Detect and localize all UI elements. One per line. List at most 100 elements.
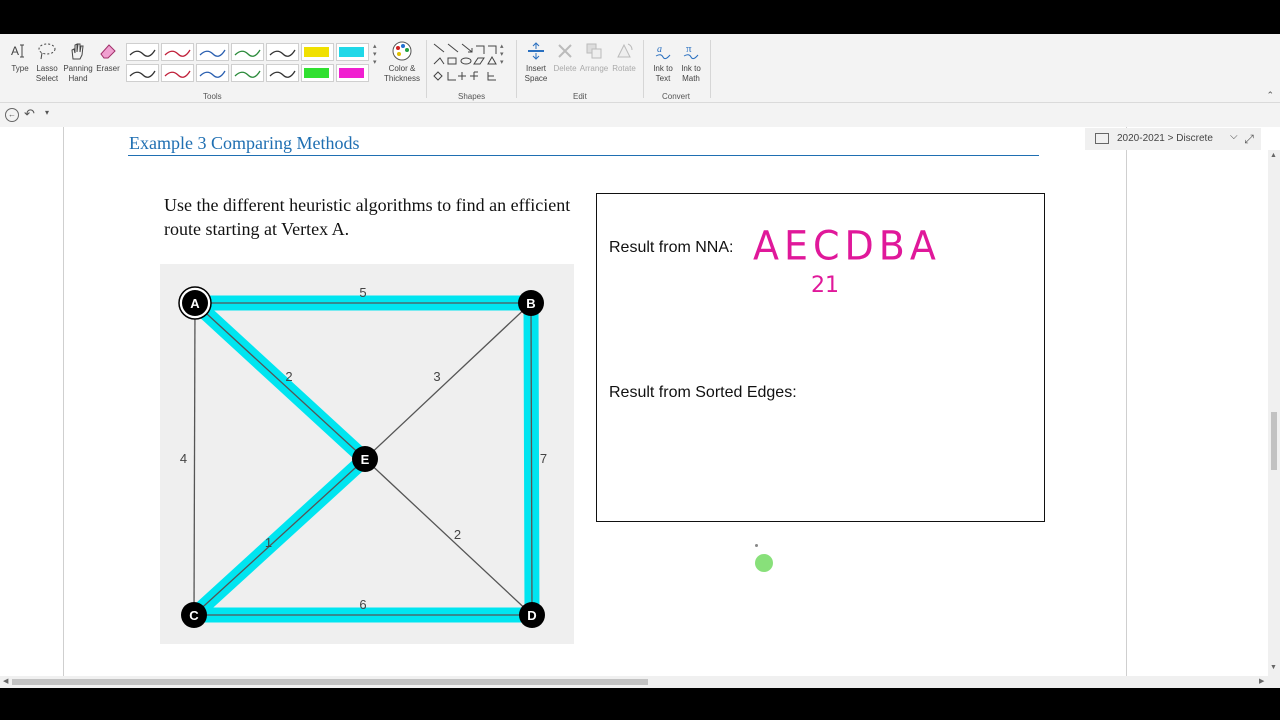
- edge-AE: [194, 302, 366, 460]
- arrange-label: Arrange: [579, 64, 609, 73]
- vertical-scrollbar[interactable]: ▲ ▼: [1268, 150, 1280, 676]
- delete-x-icon: [554, 40, 576, 62]
- edge-ED: [364, 458, 533, 616]
- pen-tip-dot: [755, 544, 758, 547]
- edit-group-label: Edit: [573, 92, 587, 101]
- pen-swatch[interactable]: [266, 64, 299, 82]
- vertex-B: B: [518, 290, 544, 316]
- page-margin-line: [1126, 127, 1127, 676]
- edge-AC: [193, 302, 196, 616]
- notebook-selector[interactable]: 2020-2021 > Discrete ⌵: [1085, 128, 1261, 150]
- color-thickness-label: Color & Thickness: [383, 64, 420, 83]
- edge-weight-BE: 3: [433, 369, 440, 384]
- type-label: Type: [11, 64, 29, 73]
- panning-hand-label: Panning Hand: [63, 64, 93, 83]
- edge-weight-CE: 1: [265, 535, 272, 550]
- notebook-icon: [1095, 133, 1109, 144]
- pen-swatch[interactable]: [336, 43, 369, 61]
- page-margin-line: [63, 127, 64, 676]
- ink-to-text-button[interactable]: a Ink to Text: [649, 40, 677, 84]
- svg-text:C: C: [189, 608, 199, 623]
- vertex-A: A: [178, 286, 212, 320]
- svg-text:π: π: [686, 43, 692, 55]
- delete-label: Delete: [553, 64, 577, 73]
- ink-to-math-icon: π: [680, 40, 702, 62]
- pen-swatch[interactable]: [301, 43, 334, 61]
- pen-swatch[interactable]: [196, 64, 229, 82]
- handwritten-route[interactable]: AECDBA: [753, 223, 941, 269]
- insert-space-icon: [525, 40, 547, 62]
- ribbon-separator: [710, 40, 711, 98]
- rotate-label: Rotate: [612, 64, 636, 73]
- pen-swatch[interactable]: [266, 43, 299, 61]
- panning-hand-tool[interactable]: Panning Hand: [61, 40, 93, 84]
- collapse-ribbon-icon[interactable]: ⌃: [1266, 90, 1274, 101]
- page-title[interactable]: Example 3 Comparing Methods: [129, 133, 359, 154]
- handwritten-total[interactable]: 21: [811, 273, 839, 298]
- shapes-more-icon[interactable]: ▴ ▾ ▾: [500, 42, 508, 84]
- svg-text:D: D: [527, 608, 536, 623]
- pen-cursor: [755, 554, 773, 572]
- result-sorted-edges-label: Result from Sorted Edges:: [609, 384, 797, 401]
- lasso-select-label: Lasso Select: [35, 64, 59, 83]
- window-top-bar: [0, 0, 1280, 34]
- undo-icon[interactable]: ↶: [24, 106, 35, 122]
- svg-text:A: A: [190, 296, 200, 311]
- arrange-button[interactable]: Arrange: [578, 40, 610, 74]
- convert-group-label: Convert: [662, 92, 691, 101]
- eraser-icon: [97, 40, 119, 62]
- vertical-scroll-thumb[interactable]: [1271, 412, 1277, 470]
- quick-access-toolbar: ← ↶ ▾: [0, 103, 1280, 127]
- svg-text:E: E: [361, 452, 370, 467]
- title-underline: [128, 155, 1039, 156]
- ribbon-separator: [426, 40, 427, 98]
- ribbon-separator: [643, 40, 644, 98]
- svg-text:B: B: [526, 296, 535, 311]
- vertex-C: C: [181, 602, 207, 628]
- eraser-tool[interactable]: Eraser: [95, 40, 121, 74]
- scroll-up-icon[interactable]: ▲: [1270, 152, 1277, 159]
- expand-icon[interactable]: ⤢: [1238, 128, 1260, 150]
- svg-text:A: A: [11, 44, 19, 58]
- lasso-icon: [36, 40, 58, 62]
- graph-image[interactable]: 5 4 2 3 7 1 2 6 A B C D E: [160, 264, 574, 644]
- result-nna-label: Result from NNA:: [609, 239, 734, 256]
- lasso-select-tool[interactable]: Lasso Select: [33, 40, 61, 84]
- edge-weight-AB: 5: [359, 285, 366, 300]
- type-icon: A: [9, 40, 31, 62]
- ribbon-separator: [516, 40, 517, 98]
- ink-to-text-label: Ink to Text: [653, 64, 673, 83]
- edge-weight-CD: 6: [359, 597, 366, 612]
- delete-button[interactable]: Delete: [551, 40, 579, 74]
- tools-group-label: Tools: [203, 92, 222, 101]
- pen-swatch[interactable]: [126, 43, 159, 61]
- edge-BE: [364, 302, 532, 460]
- ink-to-math-button[interactable]: π Ink to Math: [677, 40, 705, 84]
- window-bottom-bar: [0, 688, 1280, 720]
- pen-swatch[interactable]: [231, 64, 264, 82]
- hand-icon: [66, 40, 88, 62]
- vertex-E: E: [352, 446, 378, 472]
- back-icon[interactable]: ←: [5, 108, 19, 122]
- scroll-left-icon[interactable]: ◀: [3, 677, 8, 685]
- pen-swatch[interactable]: [231, 43, 264, 61]
- customize-toolbar-icon[interactable]: ▾: [45, 108, 49, 117]
- scroll-right-icon[interactable]: ▶: [1259, 677, 1264, 685]
- pen-swatch[interactable]: [161, 43, 194, 61]
- notebook-label: 2020-2021 > Discrete: [1117, 133, 1213, 144]
- pen-swatch[interactable]: [161, 64, 194, 82]
- rotate-button[interactable]: Rotate: [610, 40, 638, 74]
- edge-CE: [193, 458, 366, 616]
- scroll-down-icon[interactable]: ▼: [1270, 664, 1277, 671]
- color-thickness-button[interactable]: Color & Thickness: [383, 40, 421, 84]
- pen-swatch[interactable]: [336, 64, 369, 82]
- horizontal-scroll-thumb[interactable]: [12, 679, 648, 685]
- pen-swatch[interactable]: [196, 43, 229, 61]
- pen-swatch[interactable]: [126, 64, 159, 82]
- insert-space-button[interactable]: Insert Space: [522, 40, 550, 84]
- pen-swatch[interactable]: [301, 64, 334, 82]
- shapes-gallery[interactable]: [432, 42, 502, 86]
- instructions-text[interactable]: Use the different heuristic algorithms t…: [164, 193, 574, 241]
- pen-gallery-more-icon[interactable]: ▴ ▾ ▾: [373, 42, 381, 84]
- horizontal-scrollbar[interactable]: ◀ ▶: [0, 676, 1280, 688]
